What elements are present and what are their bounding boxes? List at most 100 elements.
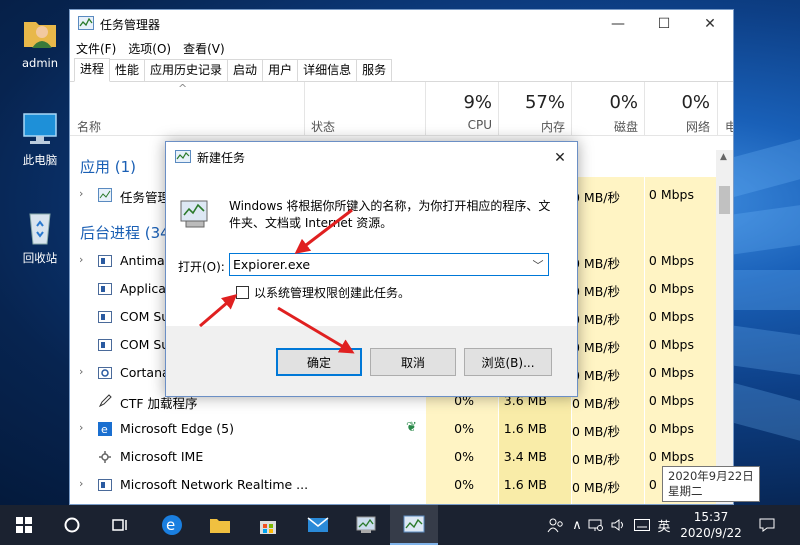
minimize-button[interactable]: —	[595, 10, 641, 38]
taskbar-file-explorer[interactable]	[196, 505, 244, 545]
cortana-icon	[98, 366, 112, 380]
admin-checkbox-row[interactable]: 以系统管理权限创建此任务。	[236, 284, 410, 301]
edge-icon: e	[98, 422, 112, 436]
disk-total: 0%	[609, 92, 638, 113]
ok-button[interactable]: 确定	[276, 348, 362, 376]
ime-icon	[98, 450, 112, 464]
column-header: ^ 名称 状态 9% CPU 57% 内存 0% 磁盘 0% 网络 电	[70, 82, 733, 136]
pen-icon	[98, 394, 112, 408]
table-row[interactable]: › Microsoft Network Realtime ... 0% 1.6 …	[70, 471, 718, 499]
chevron-right-icon[interactable]: ›	[79, 187, 83, 200]
taskbar-edge[interactable]: e	[148, 505, 196, 545]
chevron-down-icon[interactable]: ﹀	[529, 257, 547, 273]
sort-up-icon: ^	[178, 82, 188, 95]
dialog-title: 新建任务	[197, 151, 246, 165]
chevron-right-icon[interactable]: ›	[79, 477, 83, 490]
task-view-button[interactable]	[96, 505, 144, 545]
memory-total: 57%	[524, 92, 565, 113]
column-network[interactable]: 网络	[650, 118, 710, 135]
computer-icon	[20, 108, 60, 148]
dialog-description: Windows 将根据你所键入的名称，为你打开相应的程序、文件夹、文档或 Int…	[229, 199, 551, 230]
task-manager-icon	[403, 515, 425, 533]
store-icon	[260, 521, 276, 534]
scroll-up-icon[interactable]: ▲	[720, 152, 727, 162]
svg-text:e: e	[166, 516, 175, 534]
column-status[interactable]: 状态	[311, 118, 335, 135]
tab-performance[interactable]: 性能	[109, 59, 146, 81]
menu-view[interactable]: 查看(V)	[183, 40, 225, 57]
cancel-button[interactable]: 取消	[370, 348, 456, 376]
task-manager-icon	[78, 15, 94, 33]
windows-logo-icon	[16, 517, 32, 533]
tab-services[interactable]: 服务	[356, 59, 393, 81]
taskbar-mail[interactable]	[294, 505, 342, 545]
service-icon	[98, 254, 112, 268]
chevron-right-icon[interactable]: ›	[79, 421, 83, 434]
volume-icon[interactable]	[608, 505, 628, 545]
column-power[interactable]: 电	[725, 118, 733, 135]
mail-icon	[307, 517, 329, 532]
taskbar-control-panel[interactable]	[342, 505, 390, 545]
taskbar-store[interactable]	[244, 505, 292, 545]
date-tooltip: 2020年9月22日 星期二	[662, 466, 760, 502]
service-icon	[98, 338, 112, 352]
taskbar: e ∧ 英 15:37 2020/9/22	[0, 505, 800, 545]
start-button[interactable]	[0, 505, 48, 545]
column-name[interactable]: 名称	[77, 118, 101, 135]
chevron-right-icon[interactable]: ›	[79, 253, 83, 266]
keyboard-icon[interactable]	[630, 505, 654, 545]
desktop-icon-recycle-bin[interactable]: 回收站	[5, 206, 75, 266]
column-memory[interactable]: 内存	[505, 118, 565, 135]
service-icon	[98, 282, 112, 296]
folder-icon	[210, 519, 230, 533]
menu-bar: 文件(F) 选项(O) 查看(V)	[70, 38, 733, 58]
tab-processes[interactable]: 进程	[74, 58, 111, 82]
maximize-button[interactable]: ☐	[641, 10, 687, 38]
desktop-icon-this-pc[interactable]: 此电脑	[5, 108, 75, 168]
monitor-chart-icon	[356, 516, 376, 533]
group-background: 后台进程 (34	[80, 224, 170, 242]
close-button[interactable]: ✕	[687, 10, 733, 38]
svg-text:e: e	[101, 423, 108, 436]
new-task-dialog: 新建任务 ✕ Windows 将根据你所键入的名称，为你打开相应的程序、文件夹、…	[165, 141, 578, 397]
chevron-up-icon[interactable]: ∧	[568, 505, 586, 545]
open-input[interactable]	[229, 253, 549, 276]
group-apps: 应用 (1)	[80, 158, 137, 176]
table-row[interactable]: Microsoft IME 0% 3.4 MB 0 MB/秒 0 Mbps	[70, 443, 718, 471]
menu-options[interactable]: 选项(O)	[128, 40, 171, 57]
tab-details[interactable]: 详细信息	[297, 59, 358, 81]
admin-checkbox-label: 以系统管理权限创建此任务。	[254, 286, 411, 300]
search-button[interactable]	[48, 505, 96, 545]
tab-startup[interactable]: 启动	[227, 59, 264, 81]
task-manager-icon	[175, 149, 191, 166]
recycle-bin-icon	[20, 206, 60, 246]
user-folder-icon	[20, 12, 60, 52]
tab-app-history[interactable]: 应用历史记录	[144, 59, 229, 81]
network-icon[interactable]	[586, 505, 606, 545]
menu-file[interactable]: 文件(F)	[76, 40, 116, 57]
people-icon[interactable]	[545, 505, 567, 545]
clock[interactable]: 15:37 2020/9/22	[674, 509, 748, 541]
dialog-titlebar[interactable]: 新建任务	[166, 142, 577, 173]
task-manager-icon	[98, 188, 112, 202]
chevron-right-icon[interactable]: ›	[79, 365, 83, 378]
desktop-icon-admin[interactable]: admin	[5, 12, 75, 70]
vertical-scrollbar[interactable]: ▲	[716, 150, 733, 504]
task-manager-title: 任务管理器	[100, 17, 161, 32]
admin-checkbox[interactable]	[236, 286, 249, 299]
notification-icon[interactable]	[752, 505, 782, 545]
scrollbar-thumb[interactable]	[719, 186, 730, 214]
column-disk[interactable]: 磁盘	[578, 118, 638, 135]
service-icon	[98, 478, 112, 492]
browse-button[interactable]: 浏览(B)...	[464, 348, 552, 376]
search-circle-icon	[64, 517, 80, 533]
dialog-footer: 确定 取消 浏览(B)...	[166, 326, 577, 396]
dialog-close-button[interactable]: ✕	[543, 142, 577, 173]
ime-indicator[interactable]: 英	[654, 505, 674, 545]
column-cpu[interactable]: CPU	[432, 118, 492, 132]
taskbar-task-manager[interactable]	[390, 505, 438, 545]
tab-users[interactable]: 用户	[262, 59, 299, 81]
table-row[interactable]: › e Microsoft Edge (5) ❦ 0% 1.6 MB 0 MB/…	[70, 415, 718, 443]
leaf-icon: ❦	[406, 420, 417, 435]
service-icon	[98, 310, 112, 324]
